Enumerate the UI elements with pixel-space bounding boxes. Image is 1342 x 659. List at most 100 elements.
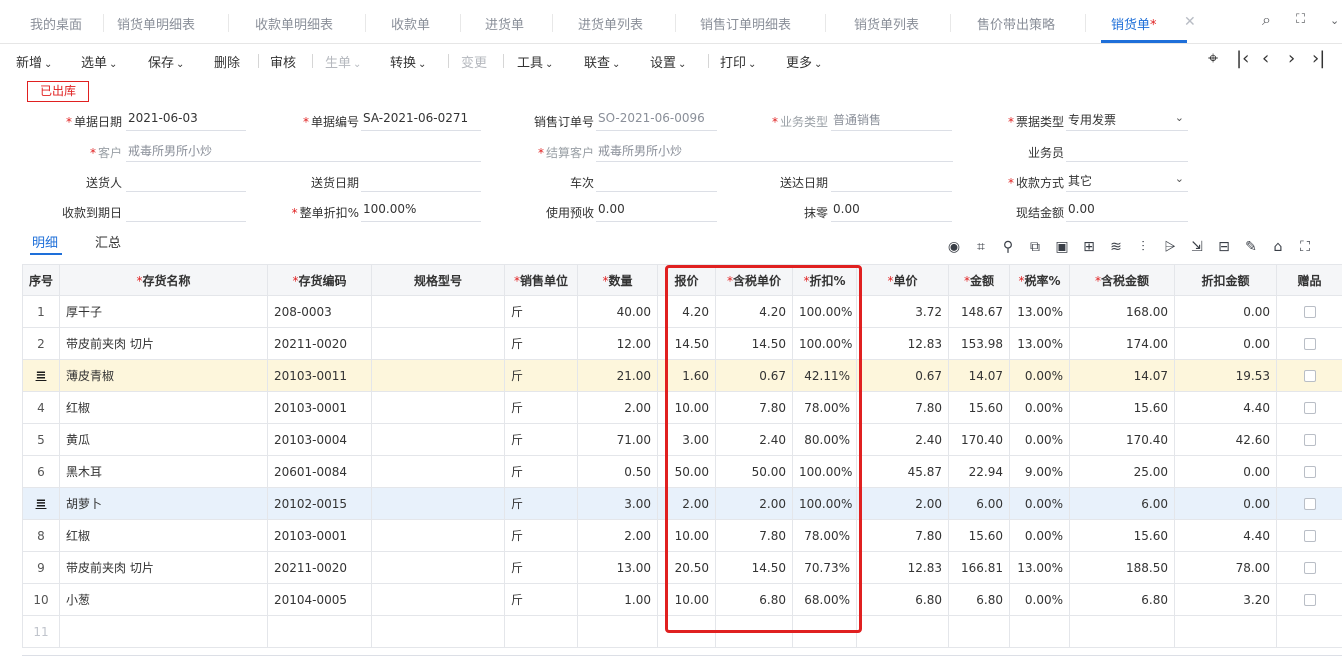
cell-amount[interactable]: 6.00 [948, 487, 1010, 520]
gift-checkbox[interactable] [1303, 466, 1316, 478]
col-header-item-code[interactable]: *存货编码 [267, 264, 372, 296]
first-record-icon[interactable]: |‹ [1236, 48, 1249, 69]
cell-discount-rate[interactable] [792, 615, 857, 648]
cell-sales-unit[interactable]: 斤 [504, 519, 578, 552]
cell-quote-price[interactable]: 20.50 [657, 551, 716, 584]
cell-sales-unit[interactable]: 斤 [504, 423, 578, 456]
batch-edit-icon[interactable]: ≋ [1107, 238, 1125, 256]
cell-tax-unit-price[interactable]: 2.00 [715, 487, 793, 520]
cell-tax-amount[interactable]: 174.00 [1069, 327, 1175, 360]
cell-quantity[interactable] [577, 615, 658, 648]
col-header-spec[interactable]: 规格型号 [371, 264, 505, 296]
cell-item-code[interactable]: 20103-0001 [267, 519, 372, 552]
cell-item-code[interactable]: 20103-0004 [267, 423, 372, 456]
cell-tax-rate[interactable]: 0.00% [1009, 519, 1070, 552]
cell-discount-amount[interactable]: 4.40 [1174, 391, 1277, 424]
cell-quote-price[interactable]: 2.00 [657, 487, 716, 520]
cell-item-name[interactable]: 小葱 [59, 583, 268, 616]
so-no-field[interactable]: SO-2021-06-0096 [596, 111, 717, 131]
cell-spec[interactable] [371, 327, 505, 360]
select-order-button[interactable]: 选单 ⌄ [81, 52, 117, 71]
last-record-icon[interactable]: ›| [1312, 48, 1325, 69]
cell-tax-amount[interactable]: 188.50 [1069, 551, 1175, 584]
prev-record-icon[interactable]: ‹ [1262, 48, 1269, 69]
deliverer-field[interactable] [126, 172, 246, 192]
cell-quote-price[interactable]: 10.00 [657, 519, 716, 552]
column-settings-icon[interactable]: ⫶ [1134, 238, 1152, 256]
col-header-item-name[interactable]: *存货名称 [59, 264, 268, 296]
invoice-type-select[interactable]: 专用发票 ⌄ [1066, 111, 1188, 131]
cell-discount-rate[interactable]: 80.00% [792, 423, 857, 456]
settle-customer-field[interactable]: 戒毒所男所小炒 [596, 142, 953, 162]
cell-amount[interactable] [948, 615, 1010, 648]
cell-tax-rate[interactable] [1009, 615, 1070, 648]
export-icon[interactable]: ⇲ [1188, 238, 1206, 256]
col-header-amount[interactable]: *金额 [948, 264, 1010, 296]
table-row[interactable]: 9 带皮前夹肉 切片 20211-0020 斤 13.00 20.50 14.50 70.73… [22, 551, 1342, 584]
cell-gift[interactable] [1276, 455, 1342, 488]
gift-checkbox[interactable] [1303, 402, 1316, 414]
table-row[interactable]: ≡ 薄皮青椒 20103-0011 斤 21.00 1.60 0.67 42.11% 0.67 1… [22, 359, 1342, 392]
cell-sales-unit[interactable]: 斤 [504, 551, 578, 584]
cell-tax-unit-price[interactable] [715, 615, 793, 648]
cell-discount-amount[interactable]: 19.53 [1174, 359, 1277, 392]
next-record-icon[interactable]: › [1288, 48, 1295, 69]
cell-tax-rate[interactable]: 0.00% [1009, 583, 1070, 616]
cell-item-code[interactable]: 20102-0015 [267, 487, 372, 520]
gift-checkbox[interactable] [1303, 562, 1316, 574]
cell-discount-amount[interactable]: 78.00 [1174, 551, 1277, 584]
tab-purchase-list[interactable]: 进货单列表 [578, 14, 643, 34]
tab-detail[interactable]: 明细 [32, 232, 58, 251]
tab-summary[interactable]: 汇总 [95, 232, 121, 251]
tools-button[interactable]: 工具 ⌄ [517, 52, 553, 71]
cell-spec[interactable] [371, 295, 505, 328]
cell-tax-unit-price[interactable]: 6.80 [715, 583, 793, 616]
cell-item-code[interactable]: 20103-0001 [267, 391, 372, 424]
cell-discount-amount[interactable]: 0.00 [1174, 455, 1277, 488]
cell-quote-price[interactable]: 50.00 [657, 455, 716, 488]
table-row[interactable]: ≡ 胡萝卜 20102-0015 斤 3.00 2.00 2.00 100.00% 2.00 6.… [22, 487, 1342, 520]
cell-item-code[interactable]: 20104-0005 [267, 583, 372, 616]
cell-quantity[interactable]: 40.00 [577, 295, 658, 328]
cell-seq[interactable]: ≡ [22, 359, 60, 392]
cell-tax-amount[interactable]: 14.07 [1069, 359, 1175, 392]
cell-item-name[interactable]: 红椒 [59, 519, 268, 552]
table-row[interactable]: 5 黄瓜 20103-0004 斤 71.00 3.00 2.40 80.00% 2.40 170… [22, 423, 1342, 456]
cell-quote-price[interactable]: 10.00 [657, 391, 716, 424]
cell-item-name[interactable]: 带皮前夹肉 切片 [59, 551, 268, 584]
cell-seq[interactable]: ≡ [22, 487, 60, 520]
col-header-tax-unit-price[interactable]: *含税单价 [715, 264, 793, 296]
tab-receipt-detail-report[interactable]: 收款单明细表 [255, 14, 333, 34]
cell-item-name[interactable]: 厚干子 [59, 295, 268, 328]
cell-tax-amount[interactable]: 15.60 [1069, 519, 1175, 552]
tab-price-strategy[interactable]: 售价带出策略 [977, 14, 1055, 34]
tab-purchase[interactable]: 进货单 [485, 14, 524, 34]
cell-discount-rate[interactable]: 78.00% [792, 391, 857, 424]
cell-item-name[interactable]: 胡萝卜 [59, 487, 268, 520]
cell-amount[interactable]: 22.94 [948, 455, 1010, 488]
cell-quantity[interactable]: 12.00 [577, 327, 658, 360]
cell-sales-unit[interactable]: 斤 [504, 487, 578, 520]
cell-seq[interactable]: 2 [22, 327, 60, 360]
chevron-down-icon[interactable]: ⌄ [1330, 14, 1339, 27]
cell-seq[interactable]: 11 [22, 615, 60, 648]
cell-spec[interactable] [371, 583, 505, 616]
cell-discount-rate[interactable]: 78.00% [792, 519, 857, 552]
cell-item-code[interactable]: 20601-0084 [267, 455, 372, 488]
trip-field[interactable] [596, 172, 717, 192]
cell-discount-rate[interactable]: 70.73% [792, 551, 857, 584]
cell-item-code[interactable]: 20103-0011 [267, 359, 372, 392]
cell-unit-price[interactable]: 7.80 [856, 519, 949, 552]
cell-tax-amount[interactable]: 170.40 [1069, 423, 1175, 456]
cell-discount-amount[interactable] [1174, 615, 1277, 648]
cell-item-code[interactable]: 20211-0020 [267, 551, 372, 584]
cell-quote-price[interactable]: 3.00 [657, 423, 716, 456]
cell-spec[interactable] [371, 615, 505, 648]
cell-gift[interactable] [1276, 423, 1342, 456]
tab-sales-list[interactable]: 销货单列表 [854, 14, 919, 34]
cell-seq[interactable]: 9 [22, 551, 60, 584]
cell-amount[interactable]: 15.60 [948, 519, 1010, 552]
col-header-gift[interactable]: 赠品 [1276, 264, 1342, 296]
convert-button[interactable]: 转换 ⌄ [390, 52, 426, 71]
cell-seq[interactable]: 10 [22, 583, 60, 616]
